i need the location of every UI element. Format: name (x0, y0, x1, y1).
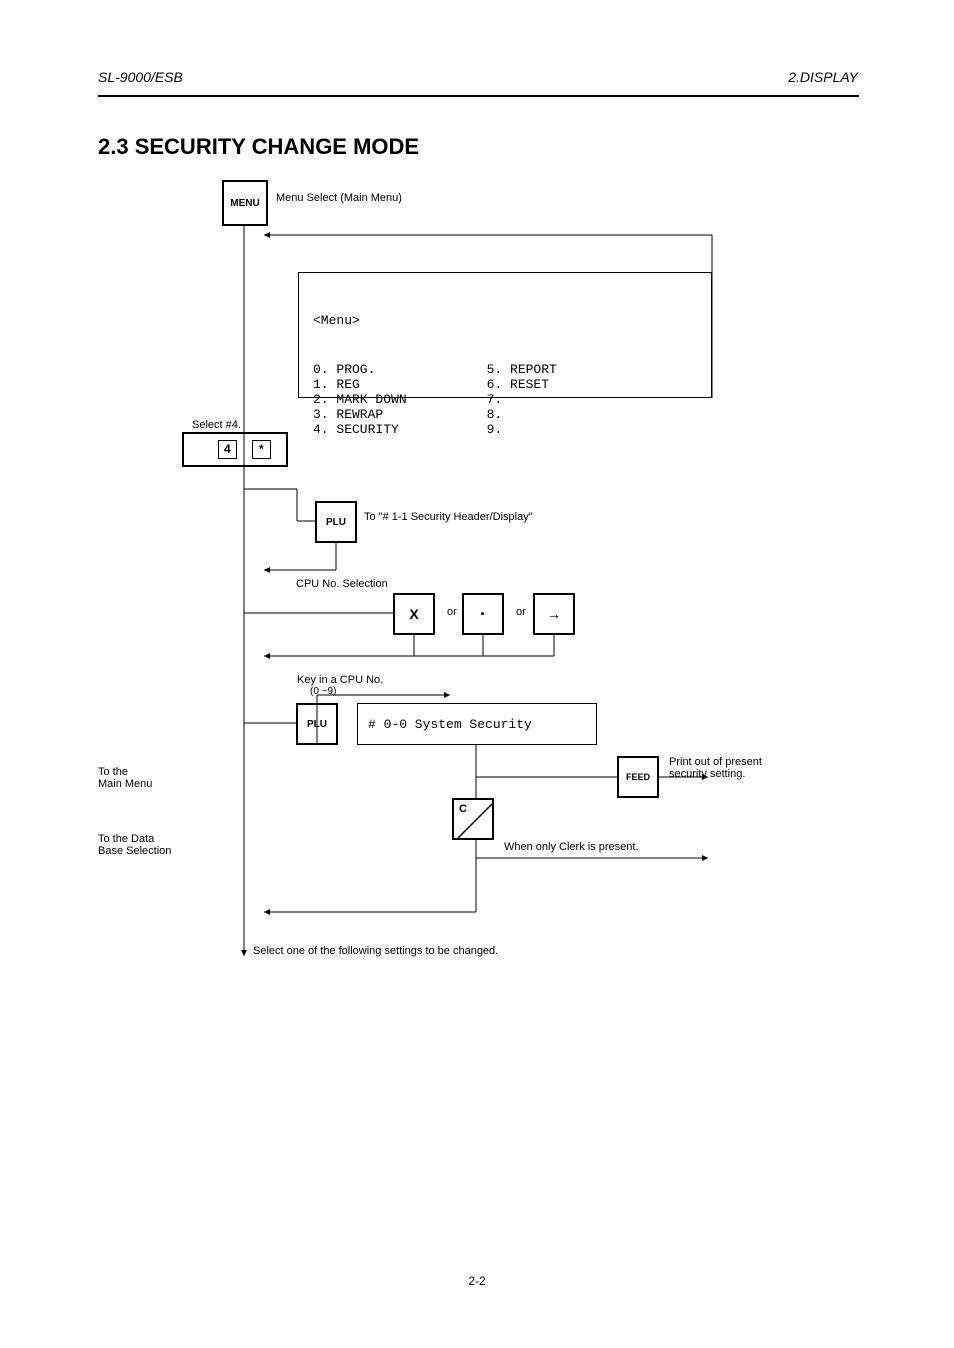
key-times[interactable]: X (393, 593, 435, 635)
menu-title: <Menu> (313, 313, 697, 328)
key-plu-top[interactable]: PLU (315, 501, 357, 543)
only-clerk-note: When only Clerk is present. (504, 841, 639, 853)
menu-col-right: 5. REPORT 6. RESET 7. 8. 9. (487, 362, 557, 437)
security-hdr-label: To "# 1-1 Security Header/Display" (364, 511, 533, 523)
header-rule (98, 95, 859, 97)
sys-panel: # 0-0 System Security (357, 703, 597, 745)
section-title: 2.3 SECURITY CHANGE MODE (98, 134, 419, 160)
09-range: (0 ~9) (310, 686, 336, 697)
key-in-cpuno: Key in a CPU No. (297, 674, 383, 686)
to-main: To the Main Menu (98, 766, 152, 790)
intro-text: Menu Select (Main Menu) (276, 192, 402, 204)
key-4[interactable]: 4 (218, 440, 237, 459)
menu-col-left: 0. PROG. 1. REG 2. MARK DOWN 3. REWRAP 4… (313, 362, 407, 437)
select-one: Select one of the following settings to … (253, 945, 498, 957)
key-plu-mid[interactable]: PLU (296, 703, 338, 745)
key-feed[interactable]: FEED (617, 756, 659, 798)
key-point[interactable]: · (462, 593, 504, 635)
select-4-label: Select #4. (192, 419, 241, 431)
key-arrow[interactable]: → (533, 593, 575, 635)
header-left: SL-9000/ESB (98, 69, 183, 85)
page-root: SL-9000/ESB 2.DISPLAY 2.3 SECURITY CHANG… (0, 0, 954, 1348)
key-menu[interactable]: MENU (222, 180, 268, 226)
header-right: 2.DISPLAY (788, 69, 858, 85)
to-db: To the Data Base Selection (98, 833, 171, 857)
key-ast[interactable]: * (252, 440, 271, 459)
flowchart-lines (0, 0, 954, 1348)
key-clear[interactable]: C (452, 798, 494, 840)
printout-note: Print out of present security setting. (669, 756, 762, 780)
page-number: 2-2 (0, 1274, 954, 1288)
or-2: or (516, 606, 526, 618)
menu-panel: <Menu> 0. PROG. 1. REG 2. MARK DOWN 3. R… (298, 272, 712, 398)
cpuno-label: CPU No. Selection (296, 578, 388, 590)
or-1: or (447, 606, 457, 618)
